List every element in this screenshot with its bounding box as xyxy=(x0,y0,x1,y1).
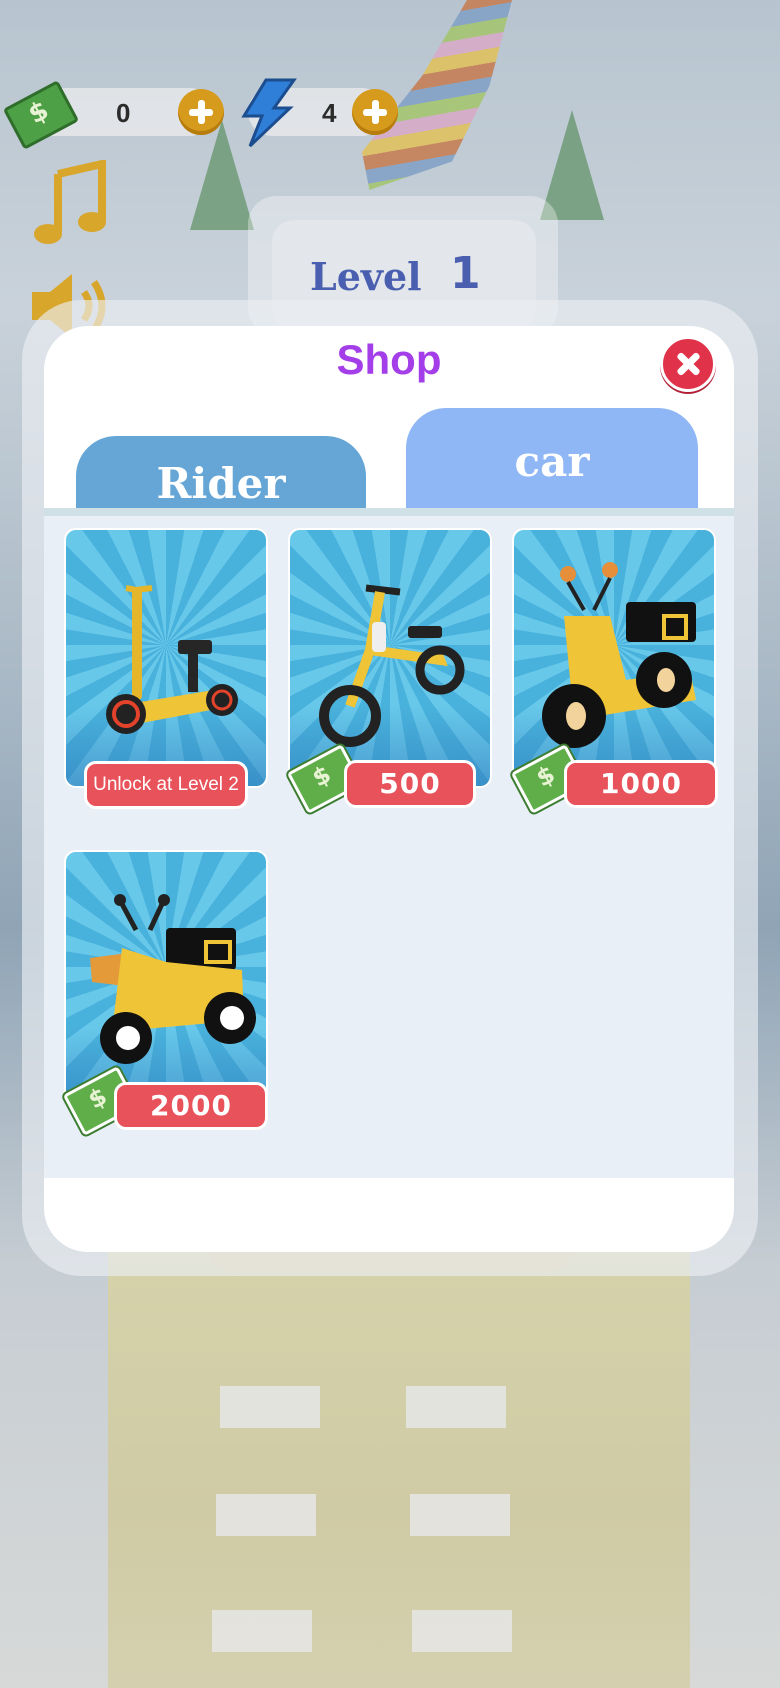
price-tag: 2000 xyxy=(114,1082,268,1130)
tower-step xyxy=(406,1386,506,1428)
tower-step xyxy=(220,1386,320,1428)
price-500: 500 xyxy=(379,767,441,800)
scooter-image xyxy=(106,585,238,734)
price-tag: 1000 xyxy=(564,760,718,808)
level-number: 1 xyxy=(450,248,481,299)
price-2000: 2000 xyxy=(150,1089,232,1122)
shop-title: Shop xyxy=(336,336,442,383)
tower-step xyxy=(212,1610,312,1652)
bike-image xyxy=(319,584,465,747)
tricycle-image xyxy=(90,894,256,1064)
tower-step xyxy=(410,1494,510,1536)
add-coins-button[interactable] xyxy=(178,89,224,135)
unlock-label: Unlock at Level 2 xyxy=(84,761,248,809)
item-grid: Unlock at Level 2 500 xyxy=(44,516,734,1178)
music-note-icon[interactable] xyxy=(30,160,110,250)
item-card-tricycle[interactable] xyxy=(64,850,268,1110)
coin-value: 0 xyxy=(116,98,131,128)
tower-step xyxy=(412,1610,512,1652)
price-tag: 500 xyxy=(344,760,476,808)
item-card-scooter[interactable] xyxy=(64,528,268,788)
close-button[interactable] xyxy=(660,336,716,392)
tab-rider[interactable]: Rider xyxy=(76,436,366,510)
unlock-text: Unlock at Level 2 xyxy=(93,774,239,795)
item-card-bike[interactable] xyxy=(288,528,492,788)
level-label: Level xyxy=(310,254,422,299)
moped-image xyxy=(542,562,696,748)
tab-car[interactable]: car xyxy=(406,408,698,510)
tower-base xyxy=(108,1240,690,1688)
price-1000: 1000 xyxy=(600,767,682,800)
tab-divider xyxy=(44,508,734,516)
energy-value: 4 xyxy=(322,98,337,128)
tower-step xyxy=(216,1494,316,1536)
shop-modal: Shop Rider car Unlock at Level 2 $ 500 $… xyxy=(44,326,734,1252)
add-energy-button[interactable] xyxy=(352,89,398,135)
lightning-icon xyxy=(241,78,297,148)
item-card-moped[interactable] xyxy=(512,528,716,788)
